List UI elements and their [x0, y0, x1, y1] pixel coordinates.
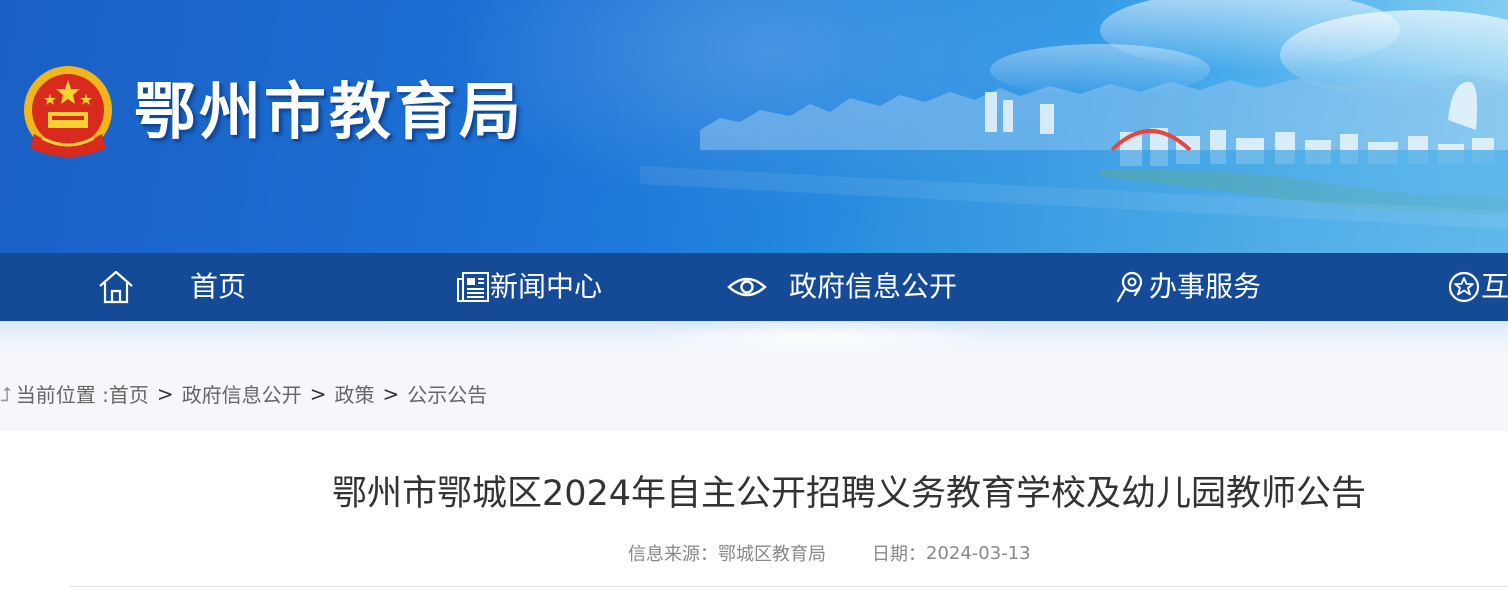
- band-shine: [640, 321, 1000, 356]
- breadcrumb-link-home[interactable]: 首页: [109, 379, 149, 408]
- nav-item-label: 办事服务: [1149, 270, 1262, 303]
- article-meta: 信息来源： 鄂城区教育局 日期： 2024-03-13: [628, 538, 1031, 568]
- nav-item-news[interactable]: 新闻中心: [456, 253, 602, 321]
- breadcrumb-separator: >: [156, 381, 174, 406]
- service-icon: [1116, 271, 1143, 303]
- breadcrumb-link-gov-info[interactable]: 政府信息公开: [182, 379, 302, 408]
- breadcrumb: ⮥ 当前位置 : 首页 > 政府信息公开 > 政策 > 公示公告: [0, 356, 487, 431]
- nav-item-label: 首页: [190, 270, 247, 303]
- location-pin-icon: ⮥: [0, 381, 12, 406]
- nav-item-interaction[interactable]: 互: [1447, 253, 1508, 321]
- main-nav: 首页 新闻中心 政府信息公开 办事服务 互: [0, 253, 1508, 321]
- star-icon: [1448, 271, 1480, 303]
- date-label: 日期：: [872, 544, 926, 565]
- home-icon: [99, 270, 133, 304]
- nav-item-gov-info[interactable]: 政府信息公开: [727, 253, 957, 321]
- breadcrumb-link-policy[interactable]: 政策: [334, 379, 374, 408]
- nav-item-services[interactable]: 办事服务: [1115, 253, 1261, 321]
- decorative-band: [0, 321, 1508, 356]
- breadcrumb-separator: >: [309, 381, 327, 406]
- nav-item-label: 新闻中心: [490, 270, 603, 303]
- header-banner: 鄂州市教育局: [0, 0, 1508, 253]
- nav-item-home[interactable]: 首页: [97, 253, 246, 321]
- breadcrumb-prefix: 当前位置 :: [15, 383, 109, 407]
- source-value: 鄂城区教育局: [718, 544, 826, 565]
- source-label: 信息来源：: [628, 544, 718, 565]
- breadcrumb-separator: >: [382, 381, 400, 406]
- divider: [70, 586, 1508, 587]
- eye-icon: [727, 277, 767, 297]
- newspaper-icon: [457, 272, 489, 302]
- article-title: 鄂州市鄂城区2024年自主公开招聘义务教育学校及幼儿园教师公告: [331, 474, 1367, 514]
- breadcrumb-bar: ⮥ 当前位置 : 首页 > 政府信息公开 > 政策 > 公示公告: [0, 356, 1508, 431]
- breadcrumb-link-notice[interactable]: 公示公告: [407, 379, 487, 408]
- page: 鄂州市教育局 首页 新闻中心 政府信息公开 办事服务 互 ⮥ 当前位置: 首页…: [0, 0, 1508, 601]
- date-value: 2024-03-13: [926, 542, 1031, 564]
- national-emblem-icon: [24, 66, 112, 157]
- site-title[interactable]: 鄂州市教育局: [134, 72, 524, 152]
- nav-item-label: 政府信息公开: [789, 270, 958, 303]
- nav-item-label: 互: [1481, 270, 1508, 303]
